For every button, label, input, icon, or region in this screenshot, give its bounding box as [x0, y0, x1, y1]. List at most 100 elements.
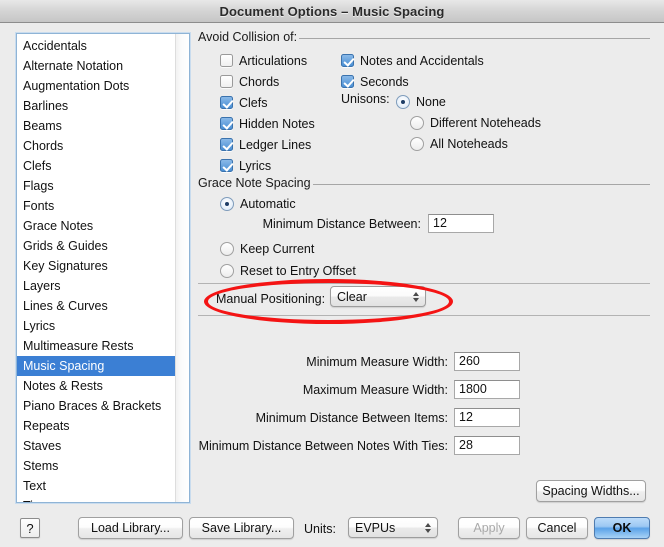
stepper-arrows-icon: [425, 523, 431, 533]
sidebar-item-piano-braces-brackets[interactable]: Piano Braces & Brackets: [17, 396, 175, 416]
grace-automatic-label: Automatic: [240, 197, 296, 211]
grace-keep-current-radio[interactable]: Keep Current: [220, 238, 314, 259]
sidebar-item-layers[interactable]: Layers: [17, 276, 175, 296]
sidebar-item-flags[interactable]: Flags: [17, 176, 175, 196]
checkbox-hidden-notes-label: Hidden Notes: [239, 117, 315, 131]
checkbox-unchecked-icon: [220, 54, 233, 67]
minimum-distance-between-label: Minimum Distance Between:: [231, 217, 421, 231]
sidebar-item-lyrics[interactable]: Lyrics: [17, 316, 175, 336]
help-button[interactable]: ?: [20, 518, 40, 538]
radio-unisons-all-noteheads[interactable]: All Noteheads: [410, 133, 541, 154]
sidebar-item-notes-rests[interactable]: Notes & Rests: [17, 376, 175, 396]
ok-button[interactable]: OK: [594, 517, 650, 539]
sidebar-item-fonts[interactable]: Fonts: [17, 196, 175, 216]
checkbox-checked-icon: [341, 54, 354, 67]
sidebar-item-barlines[interactable]: Barlines: [17, 96, 175, 116]
label-minimum-distance-between-items: Minimum Distance Between Items:: [198, 411, 448, 425]
manual-positioning-dropdown[interactable]: Clear: [330, 286, 426, 307]
checkbox-lyrics-label: Lyrics: [239, 159, 271, 173]
radio-off-icon: [220, 242, 234, 256]
label-minimum-distance-between-notes-with-ties: Minimum Distance Between Notes With Ties…: [198, 439, 448, 453]
checkbox-checked-icon: [220, 159, 233, 172]
grace-note-group-label: Grace Note Spacing: [198, 176, 650, 190]
sidebar-item-text[interactable]: Text: [17, 476, 175, 496]
checkbox-articulations[interactable]: Articulations: [220, 50, 315, 71]
apply-button[interactable]: Apply: [458, 517, 520, 539]
checkbox-checked-icon: [341, 75, 354, 88]
category-list[interactable]: AccidentalsAlternate NotationAugmentatio…: [16, 33, 190, 503]
avoid-collision-left-column: Articulations Chords Clefs Hidden Notes Ledg…: [220, 50, 315, 176]
minimum-distance-between-input[interactable]: 12: [428, 214, 494, 233]
grace-keep-current-label: Keep Current: [240, 242, 314, 256]
units-value: EVPUs: [355, 521, 395, 535]
radio-unisons-none[interactable]: None: [396, 91, 541, 112]
grace-reset-entry-offset-label: Reset to Entry Offset: [240, 264, 356, 278]
label-maximum-measure-width: Maximum Measure Width:: [198, 383, 448, 397]
stepper-arrows-icon: [413, 292, 419, 302]
sidebar-item-key-signatures[interactable]: Key Signatures: [17, 256, 175, 276]
sidebar-item-ties[interactable]: Ties: [17, 496, 175, 503]
sidebar-item-multimeasure-rests[interactable]: Multimeasure Rests: [17, 336, 175, 356]
radio-off-icon: [410, 137, 424, 151]
sidebar-item-staves[interactable]: Staves: [17, 436, 175, 456]
checkbox-articulations-label: Articulations: [239, 54, 307, 68]
sidebar-item-grace-notes[interactable]: Grace Notes: [17, 216, 175, 236]
sidebar-item-stems[interactable]: Stems: [17, 456, 175, 476]
load-library-button[interactable]: Load Library...: [78, 517, 183, 539]
radio-unisons-different-noteheads-label: Different Noteheads: [430, 116, 541, 130]
sidebar-item-repeats[interactable]: Repeats: [17, 416, 175, 436]
cancel-button[interactable]: Cancel: [526, 517, 588, 539]
checkbox-checked-icon: [220, 96, 233, 109]
checkbox-hidden-notes[interactable]: Hidden Notes: [220, 113, 315, 134]
grace-automatic-radio[interactable]: Automatic: [220, 193, 296, 214]
separator-top: [198, 283, 650, 284]
category-list-scrollbar[interactable]: [175, 34, 189, 502]
separator-bottom: [198, 315, 650, 316]
grace-note-label-text: Grace Note Spacing: [198, 176, 311, 190]
category-list-items: AccidentalsAlternate NotationAugmentatio…: [17, 34, 175, 502]
radio-unisons-none-label: None: [416, 95, 446, 109]
label-minimum-measure-width: Minimum Measure Width:: [198, 355, 448, 369]
checkbox-notes-and-accidentals[interactable]: Notes and Accidentals: [341, 50, 484, 71]
checkbox-lyrics[interactable]: Lyrics: [220, 155, 315, 176]
radio-off-icon: [220, 264, 234, 278]
checkbox-seconds[interactable]: Seconds: [341, 71, 484, 92]
input-minimum-distance-between-items[interactable]: 12: [454, 408, 520, 427]
sidebar-item-alternate-notation[interactable]: Alternate Notation: [17, 56, 175, 76]
unisons-radio-group: None Different Noteheads All Noteheads: [396, 91, 541, 154]
sidebar-item-music-spacing[interactable]: Music Spacing: [17, 356, 175, 376]
checkbox-checked-icon: [220, 117, 233, 130]
spacing-widths-button[interactable]: Spacing Widths...: [536, 480, 646, 502]
save-library-button[interactable]: Save Library...: [189, 517, 294, 539]
checkbox-unchecked-icon: [220, 75, 233, 88]
input-minimum-distance-between-notes-with-ties[interactable]: 28: [454, 436, 520, 455]
checkbox-chords[interactable]: Chords: [220, 71, 315, 92]
window-titlebar: Document Options – Music Spacing: [0, 0, 664, 23]
sidebar-item-grids-guides[interactable]: Grids & Guides: [17, 236, 175, 256]
radio-on-icon: [220, 197, 234, 211]
sidebar-item-clefs[interactable]: Clefs: [17, 156, 175, 176]
avoid-collision-label-text: Avoid Collision of:: [198, 30, 297, 44]
radio-unisons-different-noteheads[interactable]: Different Noteheads: [410, 112, 541, 133]
radio-unisons-all-noteheads-label: All Noteheads: [430, 137, 508, 151]
input-maximum-measure-width[interactable]: 1800: [454, 380, 520, 399]
manual-positioning-label: Manual Positioning:: [216, 292, 325, 306]
avoid-collision-group-label: Avoid Collision of:: [198, 30, 650, 44]
sidebar-item-augmentation-dots[interactable]: Augmentation Dots: [17, 76, 175, 96]
checkbox-checked-icon: [220, 138, 233, 151]
grace-reset-entry-offset-radio[interactable]: Reset to Entry Offset: [220, 260, 356, 281]
sidebar-item-beams[interactable]: Beams: [17, 116, 175, 136]
sidebar-item-accidentals[interactable]: Accidentals: [17, 36, 175, 56]
checkbox-ledger-lines[interactable]: Ledger Lines: [220, 134, 315, 155]
checkbox-ledger-lines-label: Ledger Lines: [239, 138, 311, 152]
checkbox-clefs[interactable]: Clefs: [220, 92, 315, 113]
checkbox-chords-label: Chords: [239, 75, 279, 89]
sidebar-item-chords[interactable]: Chords: [17, 136, 175, 156]
avoid-collision-right-column: Notes and Accidentals Seconds: [341, 50, 484, 92]
window-title: Document Options – Music Spacing: [220, 4, 445, 19]
manual-positioning-value: Clear: [337, 290, 367, 304]
input-minimum-measure-width[interactable]: 260: [454, 352, 520, 371]
sidebar-item-lines-curves[interactable]: Lines & Curves: [17, 296, 175, 316]
units-dropdown[interactable]: EVPUs: [348, 517, 438, 538]
checkbox-seconds-label: Seconds: [360, 75, 409, 89]
